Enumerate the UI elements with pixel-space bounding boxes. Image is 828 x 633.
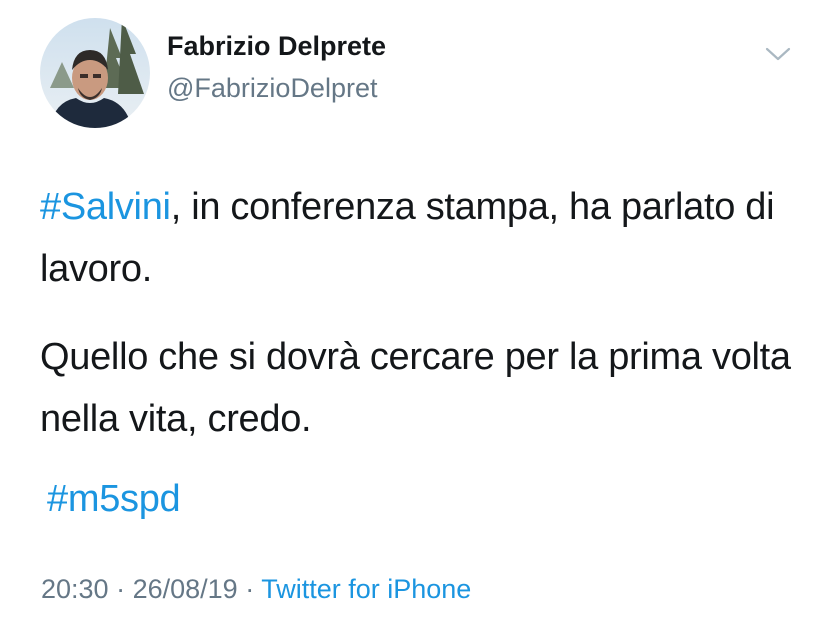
avatar[interactable] xyxy=(40,18,150,128)
tweet-paragraph-1: #Salvini, in conferenza stampa, ha parla… xyxy=(40,176,800,300)
avatar-photo-icon xyxy=(40,18,150,128)
tweet-time[interactable]: 20:30 xyxy=(41,574,109,604)
meta-separator: · xyxy=(108,574,133,604)
tweet-metadata: 20:30 · 26/08/19 · Twitter for iPhone xyxy=(41,574,471,605)
tweet-date[interactable]: 26/08/19 xyxy=(133,574,238,604)
author-handle[interactable]: @FabrizioDelpret xyxy=(167,73,377,104)
tweet-paragraph-2: Quello che si dovrà cercare per la prima… xyxy=(40,336,791,440)
tweet-paragraph-3: #m5spd xyxy=(47,468,807,530)
author-display-name[interactable]: Fabrizio Delprete xyxy=(167,31,386,62)
tweet-source-link[interactable]: Twitter for iPhone xyxy=(261,574,471,604)
meta-separator: · xyxy=(237,574,262,604)
hashtag-salvini-link[interactable]: #Salvini xyxy=(40,186,171,228)
hashtag-m5spd-link[interactable]: #m5spd xyxy=(47,478,181,520)
tweet-card: Fabrizio Delprete @FabrizioDelpret #Salv… xyxy=(0,0,828,633)
chevron-down-icon[interactable] xyxy=(764,44,792,64)
